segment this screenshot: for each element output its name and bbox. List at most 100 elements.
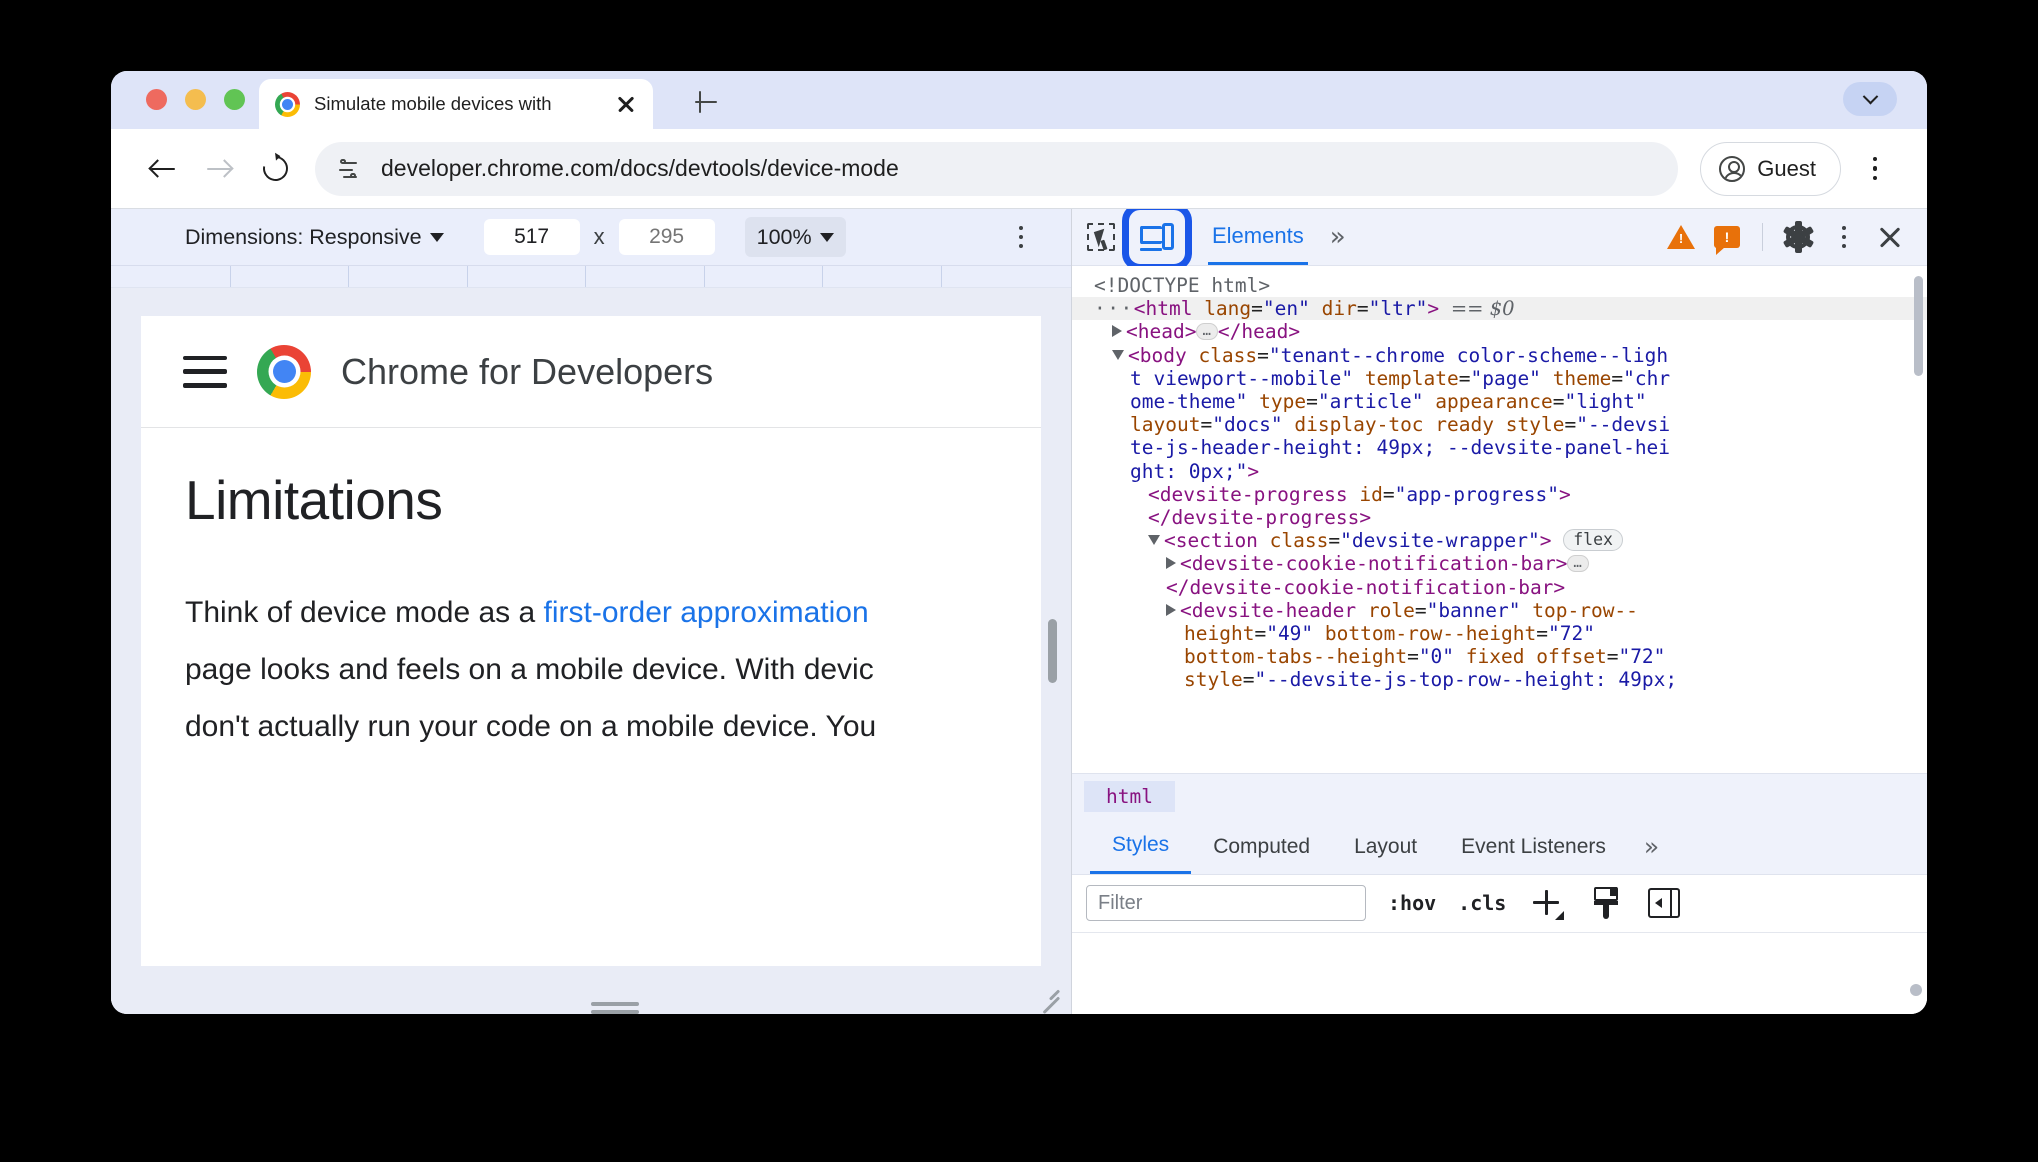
dom-tree-node[interactable]: <section class="devsite-wrapper"> flex: [1072, 529, 1927, 552]
close-window-button[interactable]: [146, 89, 167, 110]
zoom-dropdown[interactable]: 100%: [744, 217, 846, 257]
dom-tree[interactable]: <!DOCTYPE html> ···<html lang="en" dir="l…: [1072, 266, 1927, 773]
chevron-down-icon: [819, 232, 834, 242]
url-text: developer.chrome.com/docs/devtools/devic…: [381, 155, 899, 181]
arrow-left-icon: [148, 158, 176, 180]
dom-tree-node[interactable]: </devsite-progress>: [1072, 506, 1927, 529]
kebab-icon: [1018, 225, 1024, 231]
viewport-width-input[interactable]: [483, 219, 580, 255]
minimize-window-button[interactable]: [185, 89, 206, 110]
computed-styles-sidebar-button[interactable]: [1590, 887, 1622, 920]
dom-tree-node[interactable]: <devsite-progress id="app-progress">: [1072, 483, 1927, 506]
site-body: Limitations Think of device mode as a fi…: [141, 428, 1041, 755]
dimensions-dropdown[interactable]: Dimensions: Responsive: [185, 225, 444, 250]
paragraph-line: Think of device mode as a first-order ap…: [185, 584, 997, 641]
dom-tree-node[interactable]: bottom-tabs--height="0" fixed offset="72…: [1072, 645, 1927, 668]
browser-window: Simulate mobile devices with developer.c…: [111, 71, 1927, 1014]
menu-icon[interactable]: [183, 355, 227, 388]
site-settings-icon[interactable]: [337, 156, 363, 182]
issues-button[interactable]: !: [1704, 214, 1750, 260]
device-options-button[interactable]: [1001, 217, 1041, 257]
dom-tree-node[interactable]: style="--devsite-js-top-row--height: 49p…: [1072, 668, 1927, 691]
kebab-icon: [1841, 225, 1847, 231]
devtools-pane: Elements » ! ! <!DOCTYPE html> ···<html …: [1071, 209, 1927, 1014]
toolbar-divider: [1762, 223, 1763, 251]
devtools-toolbar: Elements » !: [1072, 209, 1927, 271]
dom-tree-node[interactable]: <body class="tenant--chrome color-scheme…: [1072, 344, 1927, 367]
devtools-settings-button[interactable]: [1775, 214, 1821, 260]
tab-elements[interactable]: Elements: [1208, 209, 1308, 265]
styles-sidebar-tabs: Styles Computed Layout Event Listeners »: [1072, 819, 1927, 875]
tab-event-listeners[interactable]: Event Listeners: [1439, 820, 1628, 874]
dom-tree-node[interactable]: te-js-header-height: 49px; --devsite-pan…: [1072, 436, 1927, 459]
back-button[interactable]: [135, 141, 191, 197]
warning-triangle-icon: [1667, 225, 1695, 249]
tab-styles[interactable]: Styles: [1090, 820, 1192, 874]
page-title: Limitations: [185, 469, 443, 531]
new-tab-button[interactable]: [689, 85, 723, 119]
viewport-ruler[interactable]: [111, 266, 1071, 288]
forward-button[interactable]: [191, 141, 247, 197]
browser-tab-active[interactable]: Simulate mobile devices with: [259, 79, 653, 129]
dom-tree-node[interactable]: ght: 0px;">: [1072, 460, 1927, 483]
new-style-rule-button[interactable]: [1530, 886, 1565, 921]
dom-tree-node[interactable]: <devsite-header role="banner" top-row--: [1072, 599, 1927, 622]
viewport-resize-handle-right[interactable]: [1048, 619, 1057, 683]
close-icon[interactable]: [613, 91, 639, 117]
tab-title: Simulate mobile devices with: [314, 93, 552, 114]
zoom-label: 100%: [756, 224, 812, 249]
address-bar[interactable]: developer.chrome.com/docs/devtools/devic…: [315, 141, 1679, 196]
devtools-more-button[interactable]: [1821, 214, 1867, 260]
styles-filter-input[interactable]: [1086, 885, 1366, 922]
chrome-logo-icon: [257, 344, 311, 399]
inline-link[interactable]: first-order approximation: [544, 596, 869, 629]
arrow-right-icon: [206, 158, 234, 180]
dom-tree-node[interactable]: height="49" bottom-row--height="72": [1072, 622, 1927, 645]
tab-layout[interactable]: Layout: [1332, 820, 1439, 874]
dom-tree-node[interactable]: <!DOCTYPE html>: [1072, 274, 1927, 297]
tab-search-button[interactable]: [1843, 82, 1897, 116]
dom-tree-scrollbar[interactable]: [1914, 276, 1923, 376]
close-devtools-button[interactable]: [1867, 214, 1913, 260]
tab-strip: Simulate mobile devices with: [111, 71, 1927, 129]
dom-tree-node[interactable]: ···<html lang="en" dir="ltr"> == $0: [1072, 297, 1927, 321]
profile-label: Guest: [1757, 155, 1816, 181]
dom-tree-node[interactable]: ome-theme" type="article" appearance="li…: [1072, 390, 1927, 413]
kebab-icon: [1872, 156, 1878, 162]
viewport-resize-handle-corner[interactable]: [1033, 976, 1060, 1014]
breadcrumb-item-html[interactable]: html: [1084, 781, 1175, 813]
emulated-page-frame[interactable]: Chrome for Developers Limitations Think …: [141, 316, 1041, 966]
styles-scrollbar[interactable]: [1910, 984, 1922, 996]
page-paragraph: Think of device mode as a first-order ap…: [185, 584, 997, 755]
browser-menu-button[interactable]: [1851, 145, 1899, 193]
tab-computed[interactable]: Computed: [1191, 820, 1332, 874]
device-toolbar-icon: [1140, 223, 1174, 251]
dom-tree-node[interactable]: <devsite-cookie-notification-bar>…: [1072, 552, 1927, 575]
toggle-styles-sidebar-button[interactable]: [1648, 888, 1681, 919]
site-header: Chrome for Developers: [141, 316, 1041, 428]
toggle-device-toolbar-button[interactable]: [1122, 209, 1192, 271]
warnings-button[interactable]: [1658, 214, 1704, 260]
emulated-viewport-area: Chrome for Developers Limitations Think …: [111, 288, 1071, 1014]
dom-tree-node[interactable]: <head>… </head>: [1072, 320, 1927, 343]
toggle-element-state-button[interactable]: :hov: [1388, 891, 1436, 915]
device-mode-pane: Dimensions: Responsive x 100%: [111, 209, 1071, 1014]
element-classes-button[interactable]: .cls: [1458, 891, 1506, 915]
dom-tree-node[interactable]: layout="docs" display-toc ready style="-…: [1072, 413, 1927, 436]
reload-button[interactable]: [247, 141, 303, 197]
paragraph-line: page looks and feels on a mobile device.…: [185, 653, 874, 686]
viewport-height-input[interactable]: [618, 219, 715, 255]
more-panels-button[interactable]: »: [1330, 222, 1346, 252]
main-split: Dimensions: Responsive x 100%: [111, 208, 1927, 1014]
more-sidebar-tabs-button[interactable]: »: [1628, 820, 1671, 874]
dom-tree-node[interactable]: t viewport--mobile" template="page" them…: [1072, 367, 1927, 390]
maximize-window-button[interactable]: [224, 89, 245, 110]
inspect-element-button[interactable]: [1078, 214, 1124, 260]
viewport-resize-handle-bottom[interactable]: [591, 1002, 639, 1006]
device-mode-toolbar: Dimensions: Responsive x 100%: [111, 209, 1071, 266]
styles-pane-body[interactable]: [1072, 932, 1927, 1014]
dom-tree-lines: <!DOCTYPE html> ···<html lang="en" dir="l…: [1072, 274, 1927, 692]
profile-button[interactable]: Guest: [1700, 141, 1841, 196]
breadcrumb: html: [1072, 772, 1927, 820]
dom-tree-node[interactable]: </devsite-cookie-notification-bar>: [1072, 576, 1927, 599]
